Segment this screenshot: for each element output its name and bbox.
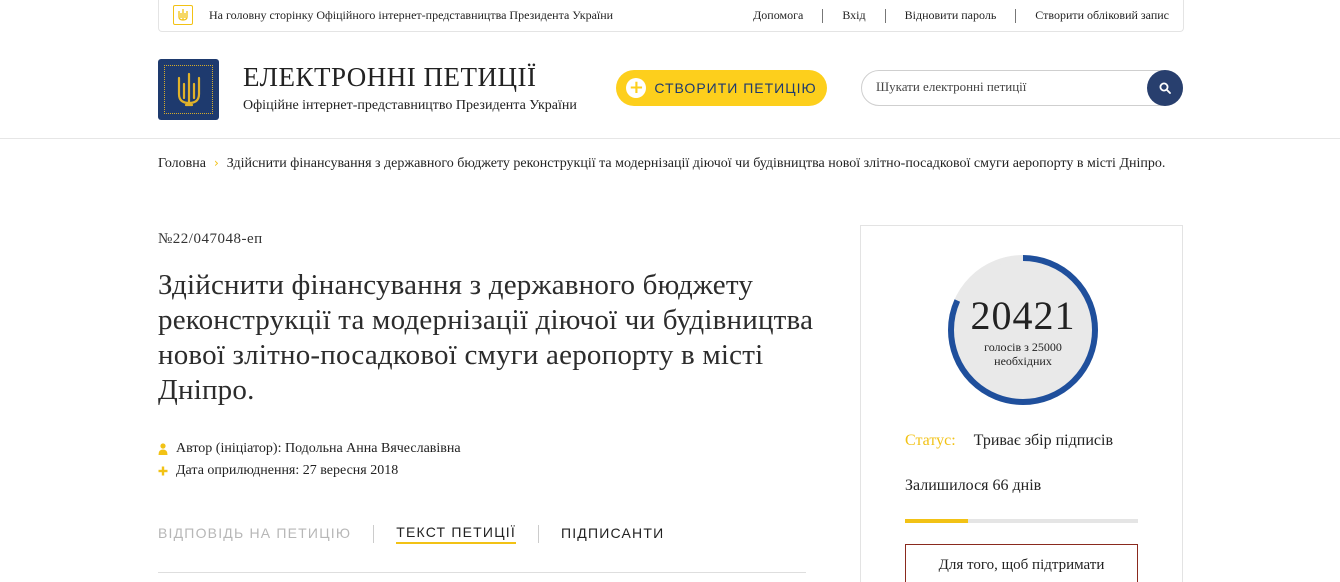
divider [884,8,886,23]
restore-password-link[interactable]: Відновити пароль [905,8,997,23]
votes-panel: 20421 голосів з 25000 необхідних Статус:… [860,225,1183,582]
divider [373,525,375,543]
petition-tabs: ВІДПОВІДЬ НА ПЕТИЦІЮ ТЕКСТ ПЕТИЦІЇ ПІДПИ… [158,524,664,544]
create-account-link[interactable]: Створити обліковий запис [1035,8,1169,23]
plus-icon: + [626,78,647,98]
create-petition-label: СТВОРИТИ ПЕТИЦІЮ [654,80,817,96]
status-label: Статус: [905,432,956,449]
tab-signers[interactable]: ПІДПИСАНТИ [561,525,664,543]
create-petition-button[interactable]: + СТВОРИТИ ПЕТИЦІЮ [616,70,827,106]
trident-icon [164,65,213,114]
petition-date: Дата оприлюднення: 27 вересня 2018 [158,463,398,479]
site-title[interactable]: ЕЛЕКТРОННІ ПЕТИЦІЇ [243,62,537,93]
site-subtitle: Офіційне інтернет-представництво Президе… [243,98,577,113]
support-text: Для того, щоб підтримати [938,557,1105,573]
site-logo[interactable] [158,59,219,120]
account-links: Допомога Вхід Відновити пароль Створити … [753,8,1169,23]
divider [822,8,824,23]
petition-number: №22/047048-еп [158,231,263,247]
divider [537,525,539,543]
divider [158,572,806,573]
search-box [861,70,1183,106]
support-box[interactable]: Для того, щоб підтримати [905,544,1138,582]
status-row: Статус: Триває збір підписів [905,432,1113,450]
login-link[interactable]: Вхід [842,8,865,23]
petition-author: Автор (ініціатор): Подольна Анна Вячесла… [158,441,461,457]
breadcrumb-home[interactable]: Головна [158,156,206,171]
status-value: Триває збір підписів [973,432,1113,449]
votes-count: 20421 [970,293,1076,338]
time-progress-fill [905,519,968,523]
search-icon [1159,82,1171,94]
votes-gauge: 20421 голосів з 25000 необхідних [945,252,1101,408]
breadcrumb-current: Здійснити фінансування з державного бюдж… [226,156,1166,171]
site-header: ЕЛЕКТРОННІ ПЕТИЦІЇ Офіційне інтернет-пре… [0,32,1340,139]
divider [1015,8,1017,23]
petition-title: Здійснити фінансування з державного бюдж… [158,269,814,406]
search-button[interactable] [1147,70,1183,106]
chevron-right-icon: › [213,156,219,170]
home-link[interactable]: На головну сторінку Офіційного інтернет-… [209,8,613,23]
plus-icon [158,466,168,476]
trident-icon[interactable] [173,5,193,25]
tab-text[interactable]: ТЕКСТ ПЕТИЦІЇ [396,524,516,544]
time-progress-bar [905,519,1138,523]
days-left: Залишилося 66 днів [905,477,1042,494]
author-text: Автор (ініціатор): Подольна Анна Вячесла… [176,441,461,456]
user-icon [158,443,168,455]
tab-answer[interactable]: ВІДПОВІДЬ НА ПЕТИЦІЮ [158,525,351,543]
search-input[interactable] [876,79,1136,95]
breadcrumb: Головна › Здійснити фінансування з державн… [158,156,1165,172]
top-bar: На головну сторінку Офіційного інтернет-… [158,0,1184,32]
help-link[interactable]: Допомога [753,8,803,23]
date-text: Дата оприлюднення: 27 вересня 2018 [176,463,399,478]
votes-required: голосів з 25000 необхідних [984,340,1062,368]
